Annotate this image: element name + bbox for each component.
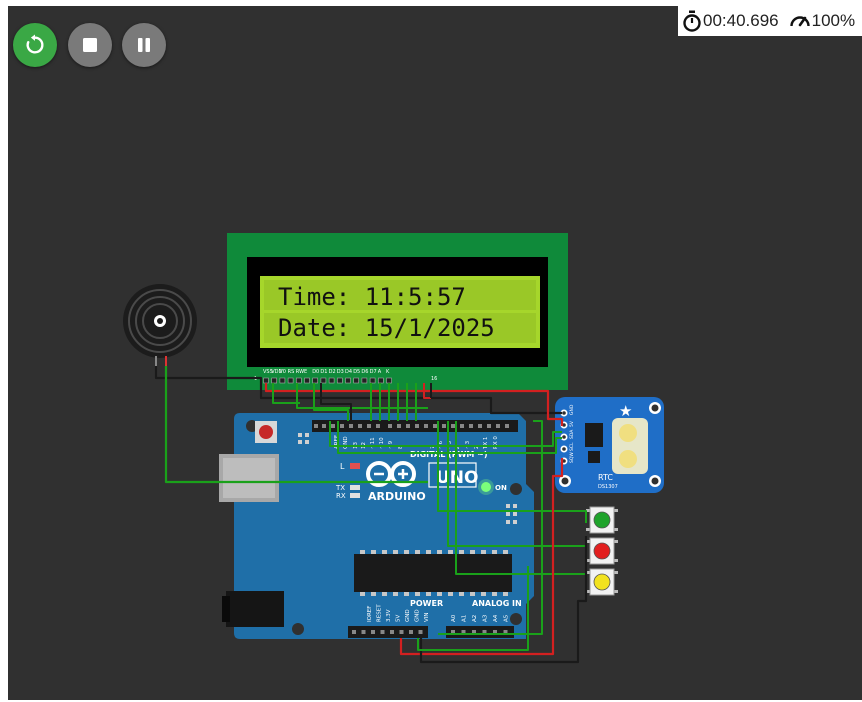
lcd-pin-e[interactable] [304,377,310,384]
restart-icon [26,34,44,54]
lcd-pin-label-d5: D5 [353,369,360,375]
power-pin-label: 3.3V [386,609,392,622]
simulation-speed: 100% [811,11,856,30]
pushbutton-yellow[interactable] [586,568,618,596]
lcd-pin-label-e: E [304,369,307,375]
lcd-pin-label-d4: D4 [345,369,352,375]
analog-pin-label: A2 [472,615,478,622]
lcd-pin-label-v0: V0 [279,369,286,375]
analog-pin-label: A0 [451,614,457,622]
arduino-pin-label: ~3 [465,440,471,449]
rx-label: RX [336,492,346,500]
power-pin-label: GND [405,609,411,622]
arduino-pin-label: GND [343,436,349,449]
lcd-pin-label-d3: D3 [337,369,344,375]
power-label: POWER [410,599,443,608]
analog-label: ANALOG IN [472,599,522,608]
lcd-pin-label-rs: RS [288,369,295,375]
lcd-pin-d6[interactable] [361,377,368,384]
elapsed-time: 00:40.696 [703,11,779,30]
analog-pin-label: A3 [483,614,489,622]
l-led [350,463,360,469]
rtc-pin-label: SQW [569,452,575,463]
analog-pin-label: A4 [493,614,499,622]
tx-label: TX [335,484,345,492]
lcd-pin-d1[interactable] [320,377,327,384]
lcd-pin-d7[interactable] [369,377,376,384]
uno-label: UNO [436,468,478,488]
arduino-pin-label: ~9 [388,440,394,449]
lcd-pin-label-rw: RW [296,369,304,375]
arduino-pin-label: ~10 [379,437,385,449]
lcd-pin-last: 16 [431,376,437,382]
lcd-pin-d4[interactable] [345,377,351,384]
rtc-pin-label: SDA [569,429,575,439]
buzzer[interactable] [123,284,197,368]
power-pin-label: RESET [377,604,383,622]
rtc-module[interactable]: GND 5V SDA SCLSQW ★ RTC DS1307 [555,397,664,493]
lcd-pin-a[interactable] [377,377,384,384]
lcd-display[interactable]: Time: 11:5:57 Date: 15/1/2025 1 16VSSVDDV… [227,233,568,390]
lcd-pin-label-d2: D2 [329,369,336,375]
lcd-pin-v0[interactable] [279,377,286,384]
lcd-pin-rw[interactable] [295,377,302,384]
lcd-line-2: Date: 15/1/2025 [278,314,495,342]
lcd-line-1: Time: 11:5:57 [278,283,466,311]
simulation-status: 00:40.696 100% [678,6,862,36]
pushbutton-green[interactable] [586,506,618,534]
rtc-pin-labels: GND 5V SDA SCLSQW [569,404,575,463]
simulation-canvas[interactable]: Time: 11:5:57 Date: 15/1/2025 1 16 VSS VDD V… [8,6,862,700]
speedometer-icon [789,11,811,31]
rtc-pin-label: GND [569,404,575,415]
pause-icon [138,38,150,52]
analog-pin-label: A5 [504,614,510,622]
lcd-pin-label-d7: D7 [370,369,377,375]
star-icon: ★ [619,402,632,420]
lcd-pin-vss[interactable] [263,377,269,384]
lcd-pin-label-d0: D0 [312,369,319,375]
stopwatch-icon [682,10,702,32]
lcd-pin-d2[interactable] [328,377,335,384]
rtc-pin-label: SCL [569,442,575,451]
rtc-model: DS1307 [598,484,618,490]
power-pin-label: VIN [424,613,430,623]
power-pin-label: GND [415,609,421,622]
on-label: ON [495,484,507,492]
restart-button[interactable] [13,23,57,67]
lcd-pin-label-a: A [378,369,382,375]
pause-button[interactable] [122,23,166,67]
lcd-pin-rs[interactable] [287,377,294,384]
arduino-pin-label: ~11 [370,437,376,449]
lcd-pin-label-d6: D6 [361,369,368,375]
lcd-pin-label-d1: D1 [320,369,327,375]
analog-pin-label: A1 [462,615,468,622]
stop-button[interactable] [68,23,112,67]
lcd-pin-d3[interactable] [336,377,343,384]
lcd-pin-d5[interactable] [353,377,360,384]
power-jack [226,591,284,627]
arduino-logo-text: ARDUINO [368,490,426,503]
rtc-label: RTC [598,473,613,482]
pushbutton-red[interactable] [586,537,618,565]
lcd-pin-k[interactable] [386,377,392,384]
circuit-diagram: Time: 11:5:57 Date: 15/1/2025 1 16VSSVDDV… [123,233,664,664]
power-pin-label: 5V [396,615,402,622]
power-pin-label: IOREF [367,606,373,622]
lcd-pin-vdd[interactable] [271,377,278,384]
l-led-label: L [340,462,345,471]
arduino-pin-label: TX 1 [483,437,489,450]
lcd-pin-d0[interactable] [312,377,319,384]
stop-icon [83,38,97,52]
rtc-pin-label: 5V [569,420,575,427]
